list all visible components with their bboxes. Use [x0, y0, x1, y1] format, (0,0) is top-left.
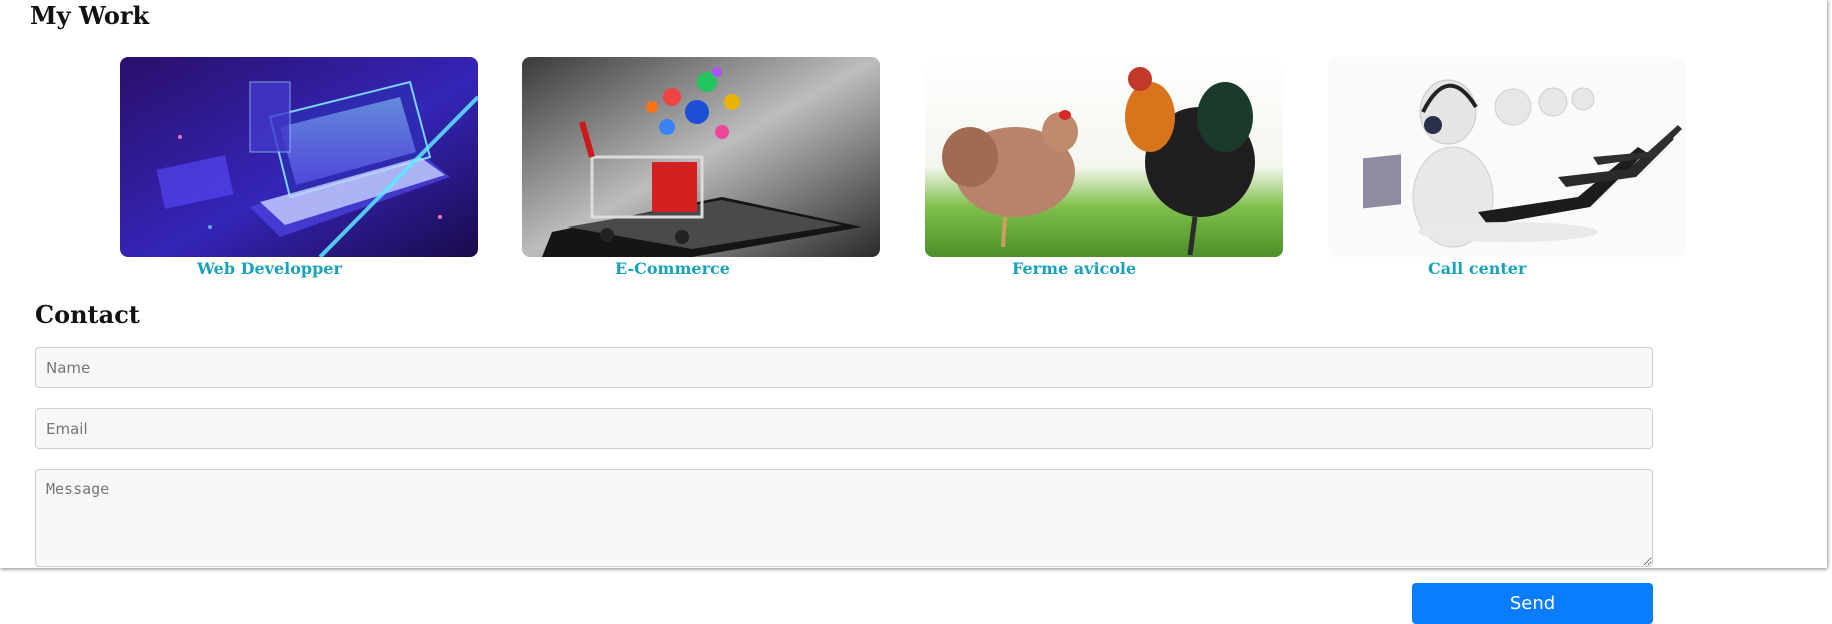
- ecommerce-image[interactable]: [522, 57, 880, 257]
- contact-heading: Contact: [35, 300, 140, 329]
- email-input[interactable]: [35, 408, 1653, 449]
- web-developer-image[interactable]: [120, 57, 478, 257]
- ecommerce-link[interactable]: E-Commerce: [522, 259, 973, 278]
- portfolio-item-web[interactable]: Web Developper: [120, 57, 478, 278]
- poultry-farm-link[interactable]: Ferme avicole: [925, 259, 1370, 278]
- name-input[interactable]: [35, 347, 1653, 388]
- my-work-heading: My Work: [30, 1, 150, 30]
- portfolio-item-ecommerce[interactable]: E-Commerce: [522, 57, 880, 278]
- call-center-image[interactable]: [1328, 57, 1686, 257]
- web-developer-link[interactable]: Web Developper: [120, 259, 555, 278]
- poultry-farm-image[interactable]: [925, 57, 1283, 257]
- portfolio-item-farm[interactable]: Ferme avicole: [925, 57, 1283, 278]
- portfolio-item-callcenter[interactable]: Call center: [1328, 57, 1686, 278]
- send-button[interactable]: Send: [1412, 583, 1653, 624]
- message-textarea[interactable]: [35, 469, 1653, 567]
- call-center-link[interactable]: Call center: [1328, 259, 1786, 278]
